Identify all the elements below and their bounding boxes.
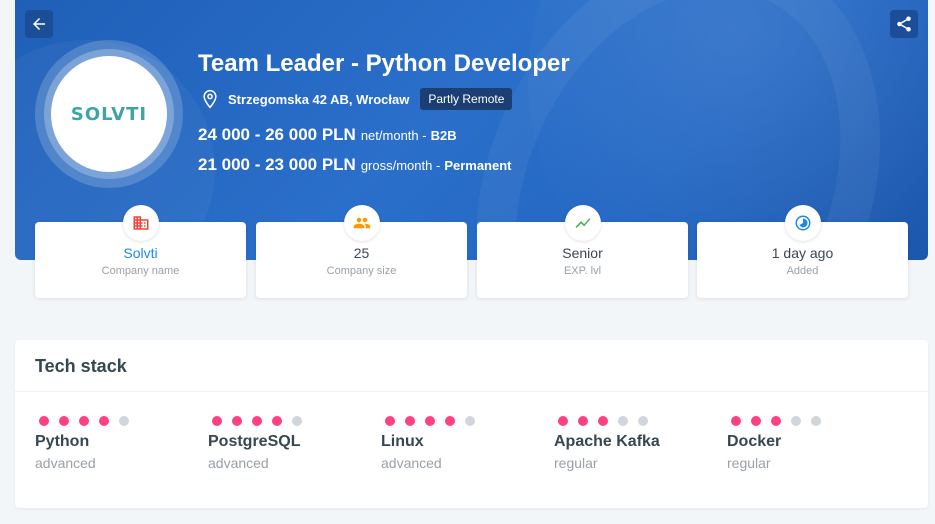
company-logo[interactable]: SOLVTI bbox=[51, 56, 167, 172]
salary-type: B2B bbox=[430, 128, 457, 143]
company-size-label: Company size bbox=[326, 265, 397, 277]
clock-icon bbox=[795, 215, 810, 231]
skill-level-dots bbox=[558, 416, 704, 426]
level-dot-filled bbox=[771, 416, 781, 426]
location-row: Strzegomska 42 AB, Wrocław Partly Remote bbox=[200, 88, 513, 110]
tech-stack-header: Tech stack bbox=[15, 340, 928, 392]
building-icon bbox=[133, 216, 148, 230]
company-size-value: 25 bbox=[353, 245, 370, 261]
header-decoration bbox=[400, 0, 928, 260]
salary-amount: 24 000 - 26 000 PLN bbox=[198, 125, 356, 144]
skill-name: Apache Kafka bbox=[554, 433, 660, 450]
level-dot-empty bbox=[638, 416, 648, 426]
salary-period: net/month - bbox=[360, 128, 427, 143]
skill-level: advanced bbox=[35, 455, 96, 471]
level-dot-filled bbox=[99, 416, 109, 426]
level-dot-empty bbox=[791, 416, 801, 426]
level-dot-filled bbox=[558, 416, 568, 426]
skill-level: regular bbox=[554, 455, 598, 471]
skill-item: Python advanced bbox=[35, 416, 185, 471]
job-title: Team Leader - Python Developer bbox=[198, 50, 570, 77]
level-dot-filled bbox=[425, 416, 435, 426]
skill-level: regular bbox=[727, 455, 771, 471]
skill-name: PostgreSQL bbox=[208, 433, 301, 450]
salary-amount: 21 000 - 23 000 PLN bbox=[198, 155, 356, 174]
salary-type: Permanent bbox=[444, 158, 512, 173]
level-dot-filled bbox=[385, 416, 395, 426]
level-dot-filled bbox=[232, 416, 242, 426]
salary-permanent: 21 000 - 23 000 PLN gross/month - Perman… bbox=[198, 155, 512, 175]
skill-item: Docker regular bbox=[727, 416, 877, 471]
level-dot-filled bbox=[445, 416, 455, 426]
level-dot-filled bbox=[272, 416, 282, 426]
map-pin-icon bbox=[203, 89, 217, 109]
level-dot-filled bbox=[731, 416, 741, 426]
salary-period: gross/month - bbox=[360, 158, 441, 173]
salary-b2b: 24 000 - 26 000 PLN net/month - B2B bbox=[198, 125, 457, 145]
level-dot-filled bbox=[405, 416, 415, 426]
level-dot-empty bbox=[811, 416, 821, 426]
skill-name: Docker bbox=[727, 433, 782, 450]
company-name-label: Company name bbox=[101, 265, 180, 277]
skill-level: advanced bbox=[381, 455, 442, 471]
skill-name: Python bbox=[35, 433, 90, 450]
skill-level-dots bbox=[39, 416, 185, 426]
arrow-left-icon bbox=[33, 18, 45, 30]
level-dot-filled bbox=[751, 416, 761, 426]
skill-name: Linux bbox=[381, 433, 424, 450]
level-dot-filled bbox=[79, 416, 89, 426]
level-dot-empty bbox=[618, 416, 628, 426]
skill-level-dots bbox=[731, 416, 877, 426]
skill-level-dots bbox=[212, 416, 358, 426]
level-dot-filled bbox=[252, 416, 262, 426]
level-dot-filled bbox=[212, 416, 222, 426]
company-name-card: Solvti Company name bbox=[35, 205, 246, 298]
skill-level: advanced bbox=[208, 455, 269, 471]
skill-item: Linux advanced bbox=[381, 416, 531, 471]
level-dot-empty bbox=[292, 416, 302, 426]
level-dot-filled bbox=[39, 416, 49, 426]
address[interactable]: Strzegomska 42 AB, Wrocław bbox=[228, 92, 409, 107]
level-dot-filled bbox=[59, 416, 69, 426]
back-button[interactable] bbox=[25, 10, 53, 38]
chart-up-icon bbox=[575, 218, 590, 228]
level-dot-empty bbox=[465, 416, 475, 426]
level-dot-filled bbox=[578, 416, 588, 426]
people-icon bbox=[353, 217, 370, 229]
company-name-value[interactable]: Solvti bbox=[35, 245, 246, 261]
skill-item: PostgreSQL advanced bbox=[208, 416, 358, 471]
tech-stack-card: Tech stack Python advanced PostgreSQL advan… bbox=[15, 340, 928, 508]
experience-card: Senior EXP. lvl bbox=[477, 205, 688, 298]
tech-stack-title: Tech stack bbox=[35, 356, 127, 376]
share-icon bbox=[897, 16, 911, 32]
company-logo-ring: SOLVTI bbox=[35, 40, 183, 188]
level-dot-empty bbox=[119, 416, 129, 426]
remote-badge: Partly Remote bbox=[420, 88, 513, 110]
added-label: Added bbox=[786, 265, 819, 277]
logo-text: SOLVTI bbox=[70, 103, 148, 125]
skill-item: Apache Kafka regular bbox=[554, 416, 704, 471]
skill-level-dots bbox=[385, 416, 531, 426]
added-card: 1 day ago Added bbox=[697, 205, 908, 298]
share-button[interactable] bbox=[890, 10, 918, 38]
added-value: 1 day ago bbox=[771, 245, 834, 261]
level-dot-filled bbox=[598, 416, 608, 426]
experience-label: EXP. lvl bbox=[563, 265, 602, 277]
experience-value: Senior bbox=[562, 245, 603, 261]
company-size-card: 25 Company size bbox=[256, 205, 467, 298]
